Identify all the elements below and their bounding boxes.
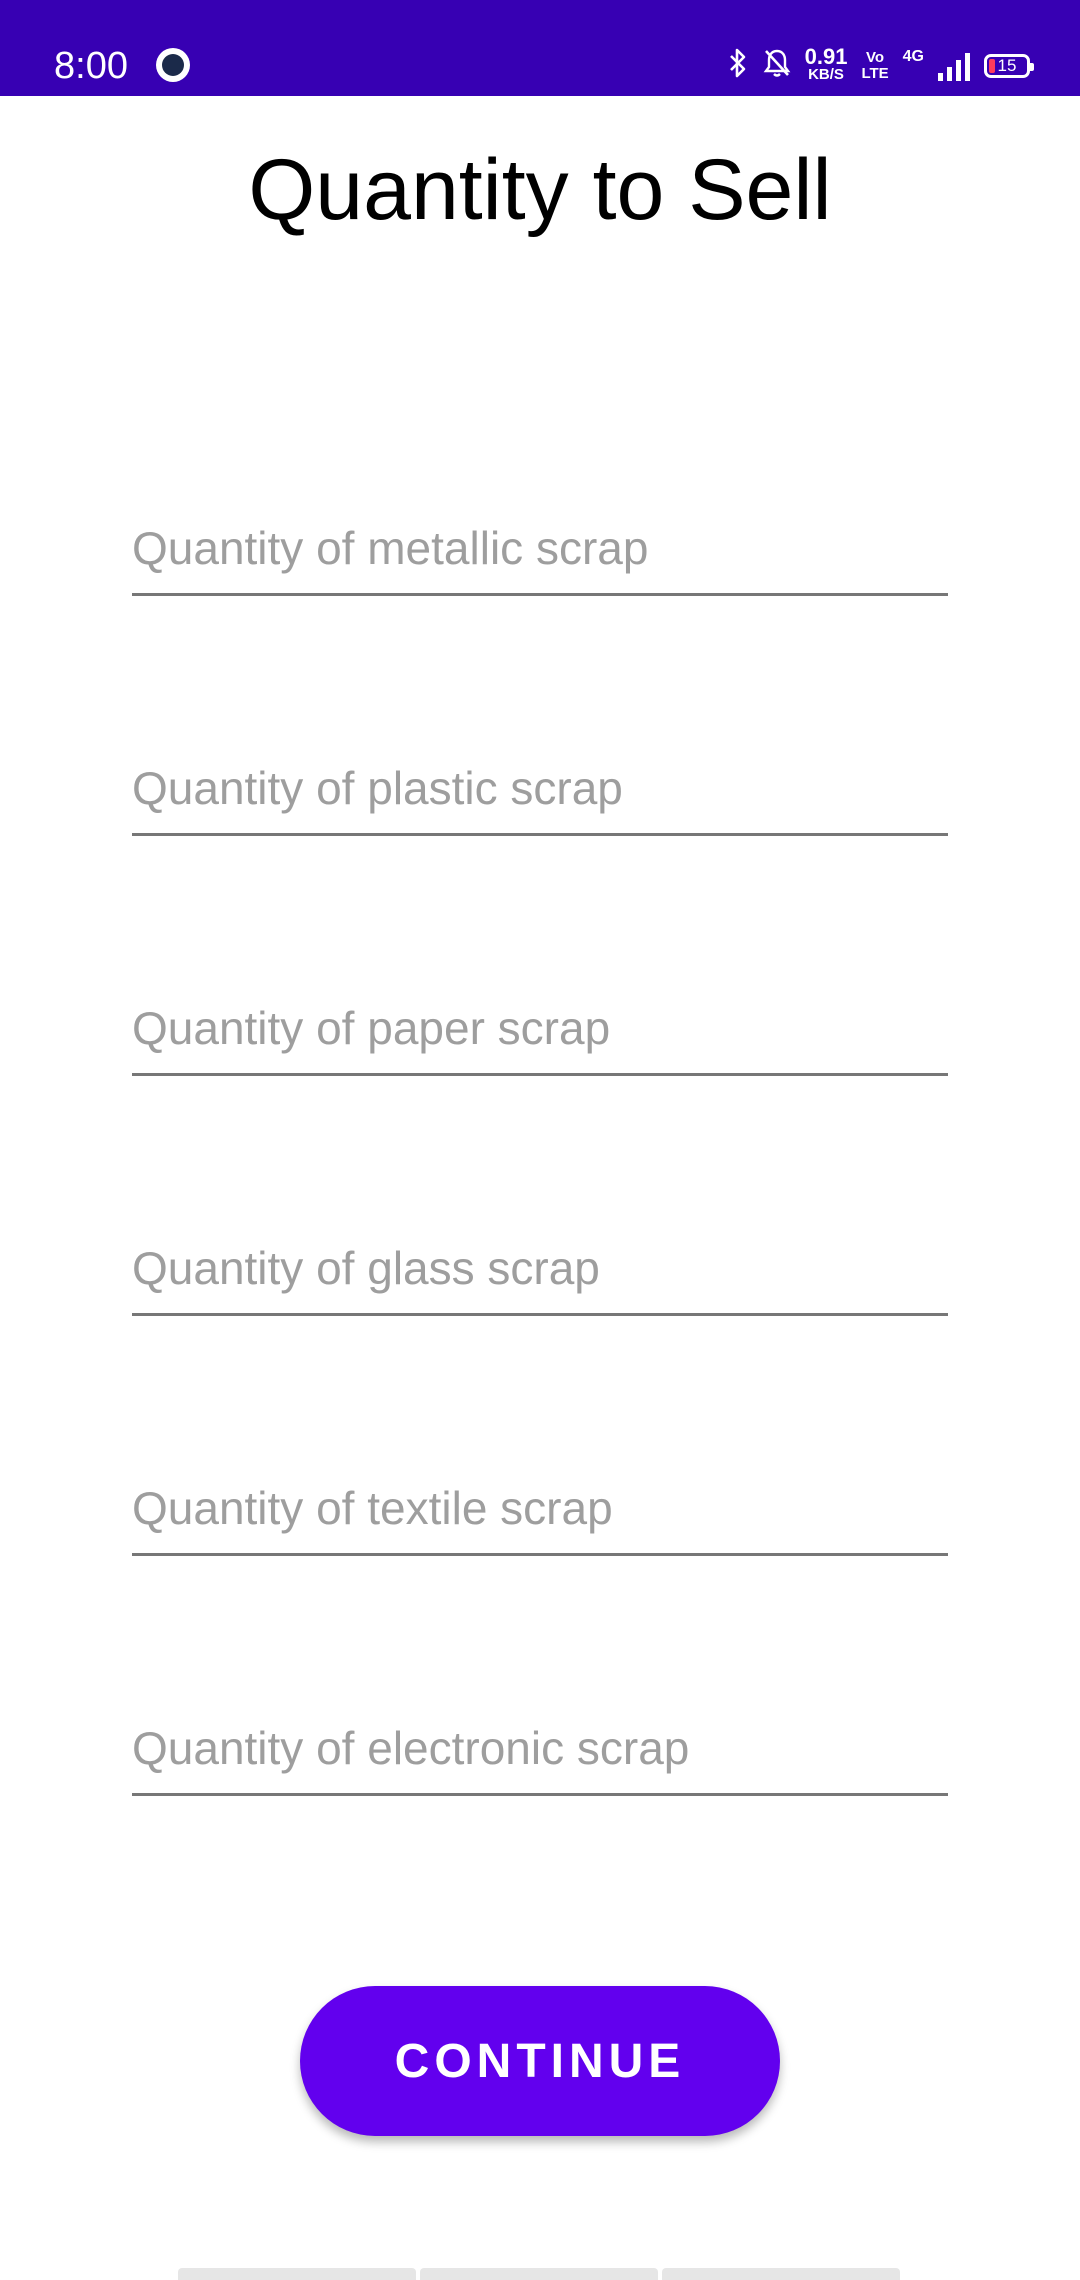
network-type: 4G: [902, 48, 924, 65]
network-speed-unit: KB/S: [808, 66, 844, 83]
nav-segment-right[interactable]: [662, 2268, 900, 2280]
signal-icon: [938, 51, 970, 81]
plastic-scrap-field[interactable]: [132, 736, 948, 836]
continue-button[interactable]: CONTINUE: [300, 1986, 780, 2136]
page-title: Quantity to Sell: [248, 142, 832, 238]
metallic-scrap-input[interactable]: [132, 521, 948, 575]
textile-scrap-input[interactable]: [132, 1481, 948, 1535]
metallic-scrap-field[interactable]: [132, 496, 948, 596]
navigation-bar: [178, 2268, 900, 2280]
status-time: 8:00: [54, 45, 128, 87]
battery-level: 15: [997, 56, 1017, 75]
bluetooth-icon: [727, 48, 749, 84]
volte-bottom: LTE: [861, 65, 889, 82]
nav-segment-left[interactable]: [178, 2268, 416, 2280]
status-icons: 0.91 KB/S Vo LTE 4G 15: [727, 44, 1034, 86]
electronic-scrap-input[interactable]: [132, 1721, 948, 1775]
volte-top: Vo: [866, 49, 885, 66]
glass-scrap-field[interactable]: [132, 1216, 948, 1316]
volte-indicator: Vo LTE: [861, 50, 888, 82]
electronic-scrap-field[interactable]: [132, 1696, 948, 1796]
paper-scrap-field[interactable]: [132, 976, 948, 1076]
battery-icon: 15: [984, 54, 1034, 78]
nav-segment-center[interactable]: [420, 2268, 658, 2280]
glass-scrap-input[interactable]: [132, 1241, 948, 1295]
status-bar: 8:00 0.91 KB/S Vo LTE 4G 15: [0, 0, 1080, 96]
textile-scrap-field[interactable]: [132, 1456, 948, 1556]
bell-off-icon: [763, 48, 791, 84]
app-notification-icon: [156, 48, 190, 82]
paper-scrap-input[interactable]: [132, 1001, 948, 1055]
network-speed-value: 0.91: [804, 44, 848, 69]
network-speed: 0.91 KB/S: [804, 44, 848, 84]
plastic-scrap-input[interactable]: [132, 761, 948, 815]
